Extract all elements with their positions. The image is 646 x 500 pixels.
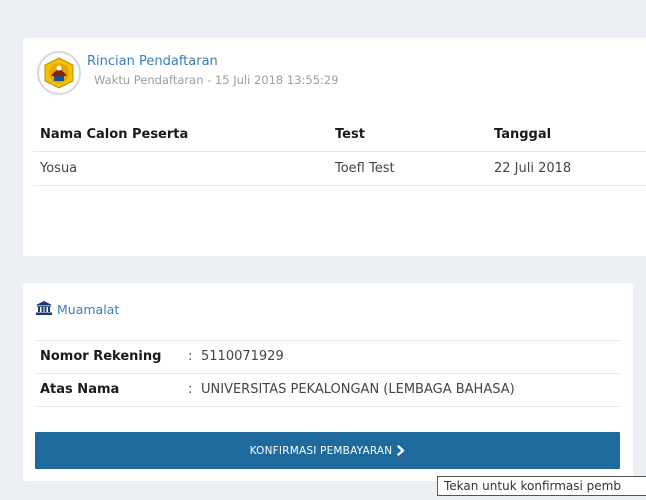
cell-name: Yosua bbox=[40, 161, 78, 176]
cell-test: Toefl Test bbox=[335, 161, 395, 176]
table-header-row: Nama Calon Peserta Test Tanggal bbox=[33, 118, 646, 152]
chevron-right-icon bbox=[397, 445, 405, 456]
registration-header: Rincian Pendaftaran Waktu Pendaftaran - … bbox=[37, 51, 339, 95]
bank-icon bbox=[36, 300, 52, 319]
account-holder-value: UNIVERSITAS PEKALONGAN (LEMBAGA BAHASA) bbox=[201, 382, 515, 397]
confirm-payment-label: KONFIRMASI PEMBAYARAN bbox=[249, 444, 393, 457]
bank-info-table: Nomor Rekening : 5110071929 Atas Nama : … bbox=[35, 340, 620, 407]
column-header-date: Tanggal bbox=[494, 127, 552, 142]
bank-card: Muamalat Nomor Rekening : 5110071929 Ata… bbox=[23, 283, 633, 481]
table-row: Yosua Toefl Test 22 Juli 2018 bbox=[33, 152, 646, 186]
confirm-payment-button[interactable]: KONFIRMASI PEMBAYARAN bbox=[35, 432, 620, 469]
account-holder-colon: : bbox=[188, 382, 193, 397]
account-number-colon: : bbox=[188, 349, 193, 364]
registration-card: Rincian Pendaftaran Waktu Pendaftaran - … bbox=[23, 38, 646, 256]
university-logo-icon bbox=[37, 51, 81, 95]
column-header-name: Nama Calon Peserta bbox=[40, 127, 189, 142]
account-holder-label: Atas Nama bbox=[40, 382, 120, 397]
confirm-tooltip: Tekan untuk konfirmasi pemb bbox=[437, 476, 646, 496]
cell-date: 22 Juli 2018 bbox=[494, 161, 572, 176]
account-number-label: Nomor Rekening bbox=[40, 349, 162, 364]
account-holder-row: Atas Nama : UNIVERSITAS PEKALONGAN (LEMB… bbox=[35, 374, 620, 407]
column-header-test: Test bbox=[335, 127, 365, 142]
registration-table: Nama Calon Peserta Test Tanggal Yosua To… bbox=[33, 118, 646, 186]
account-number-value: 5110071929 bbox=[201, 349, 284, 364]
registration-time: Waktu Pendaftaran - 15 Juli 2018 13:55:2… bbox=[94, 73, 339, 87]
bank-name: Muamalat bbox=[57, 302, 120, 317]
registration-title: Rincian Pendaftaran bbox=[87, 54, 218, 69]
account-number-row: Nomor Rekening : 5110071929 bbox=[35, 341, 620, 374]
bank-header: Muamalat bbox=[36, 300, 119, 319]
